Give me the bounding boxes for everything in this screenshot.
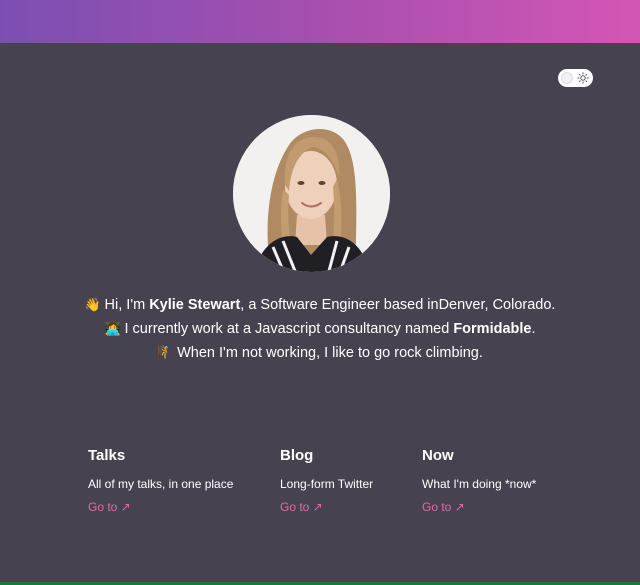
talks-go-to-link[interactable]: Go to ↗ — [88, 499, 131, 515]
company-name: Formidable — [453, 321, 532, 337]
header-gradient-bar — [0, 0, 640, 43]
card-description-now: What I'm doing *now* — [422, 477, 537, 491]
toggle-knob — [561, 72, 573, 84]
work-suffix: . — [531, 321, 536, 337]
theme-toggle[interactable] — [558, 69, 593, 87]
avatar — [233, 115, 390, 272]
intro-line-greeting: 👋 Hi, I'm Kylie Stewart, a Software Engin… — [0, 293, 640, 317]
intro-line-work: 👩‍💻 I currently work at a Javascript cons… — [0, 317, 640, 341]
hobby-text: When I'm not working, I like to go rock … — [177, 345, 483, 361]
card-description-talks: All of my talks, in one place — [88, 477, 234, 491]
work-prefix: I currently work at a Javascript consult… — [124, 321, 454, 337]
technologist-icon: 👩‍💻 — [104, 321, 121, 336]
card-talks: Talks All of my talks, in one place Go t… — [88, 447, 258, 516]
card-title-talks: Talks — [88, 447, 126, 464]
now-go-to-link[interactable]: Go to ↗ — [422, 499, 465, 515]
greeting-prefix: Hi, I'm — [104, 297, 150, 313]
card-title-now: Now — [422, 447, 454, 464]
sun-icon — [577, 72, 589, 84]
blog-go-to-link[interactable]: Go to ↗ — [280, 499, 323, 515]
climbing-icon: 🧗 — [157, 345, 174, 360]
waving-hand-icon: 👋 — [84, 297, 101, 312]
author-name: Kylie Stewart — [149, 297, 241, 313]
intro-line-hobby: 🧗 When I'm not working, I like to go rock… — [0, 341, 640, 365]
card-now: Now What I'm doing *now* Go to ↗ — [422, 447, 592, 516]
greeting-suffix: , a Software Engineer based inDenver, Co… — [240, 297, 556, 313]
intro-text: 👋 Hi, I'm Kylie Stewart, a Software Engin… — [0, 293, 640, 365]
